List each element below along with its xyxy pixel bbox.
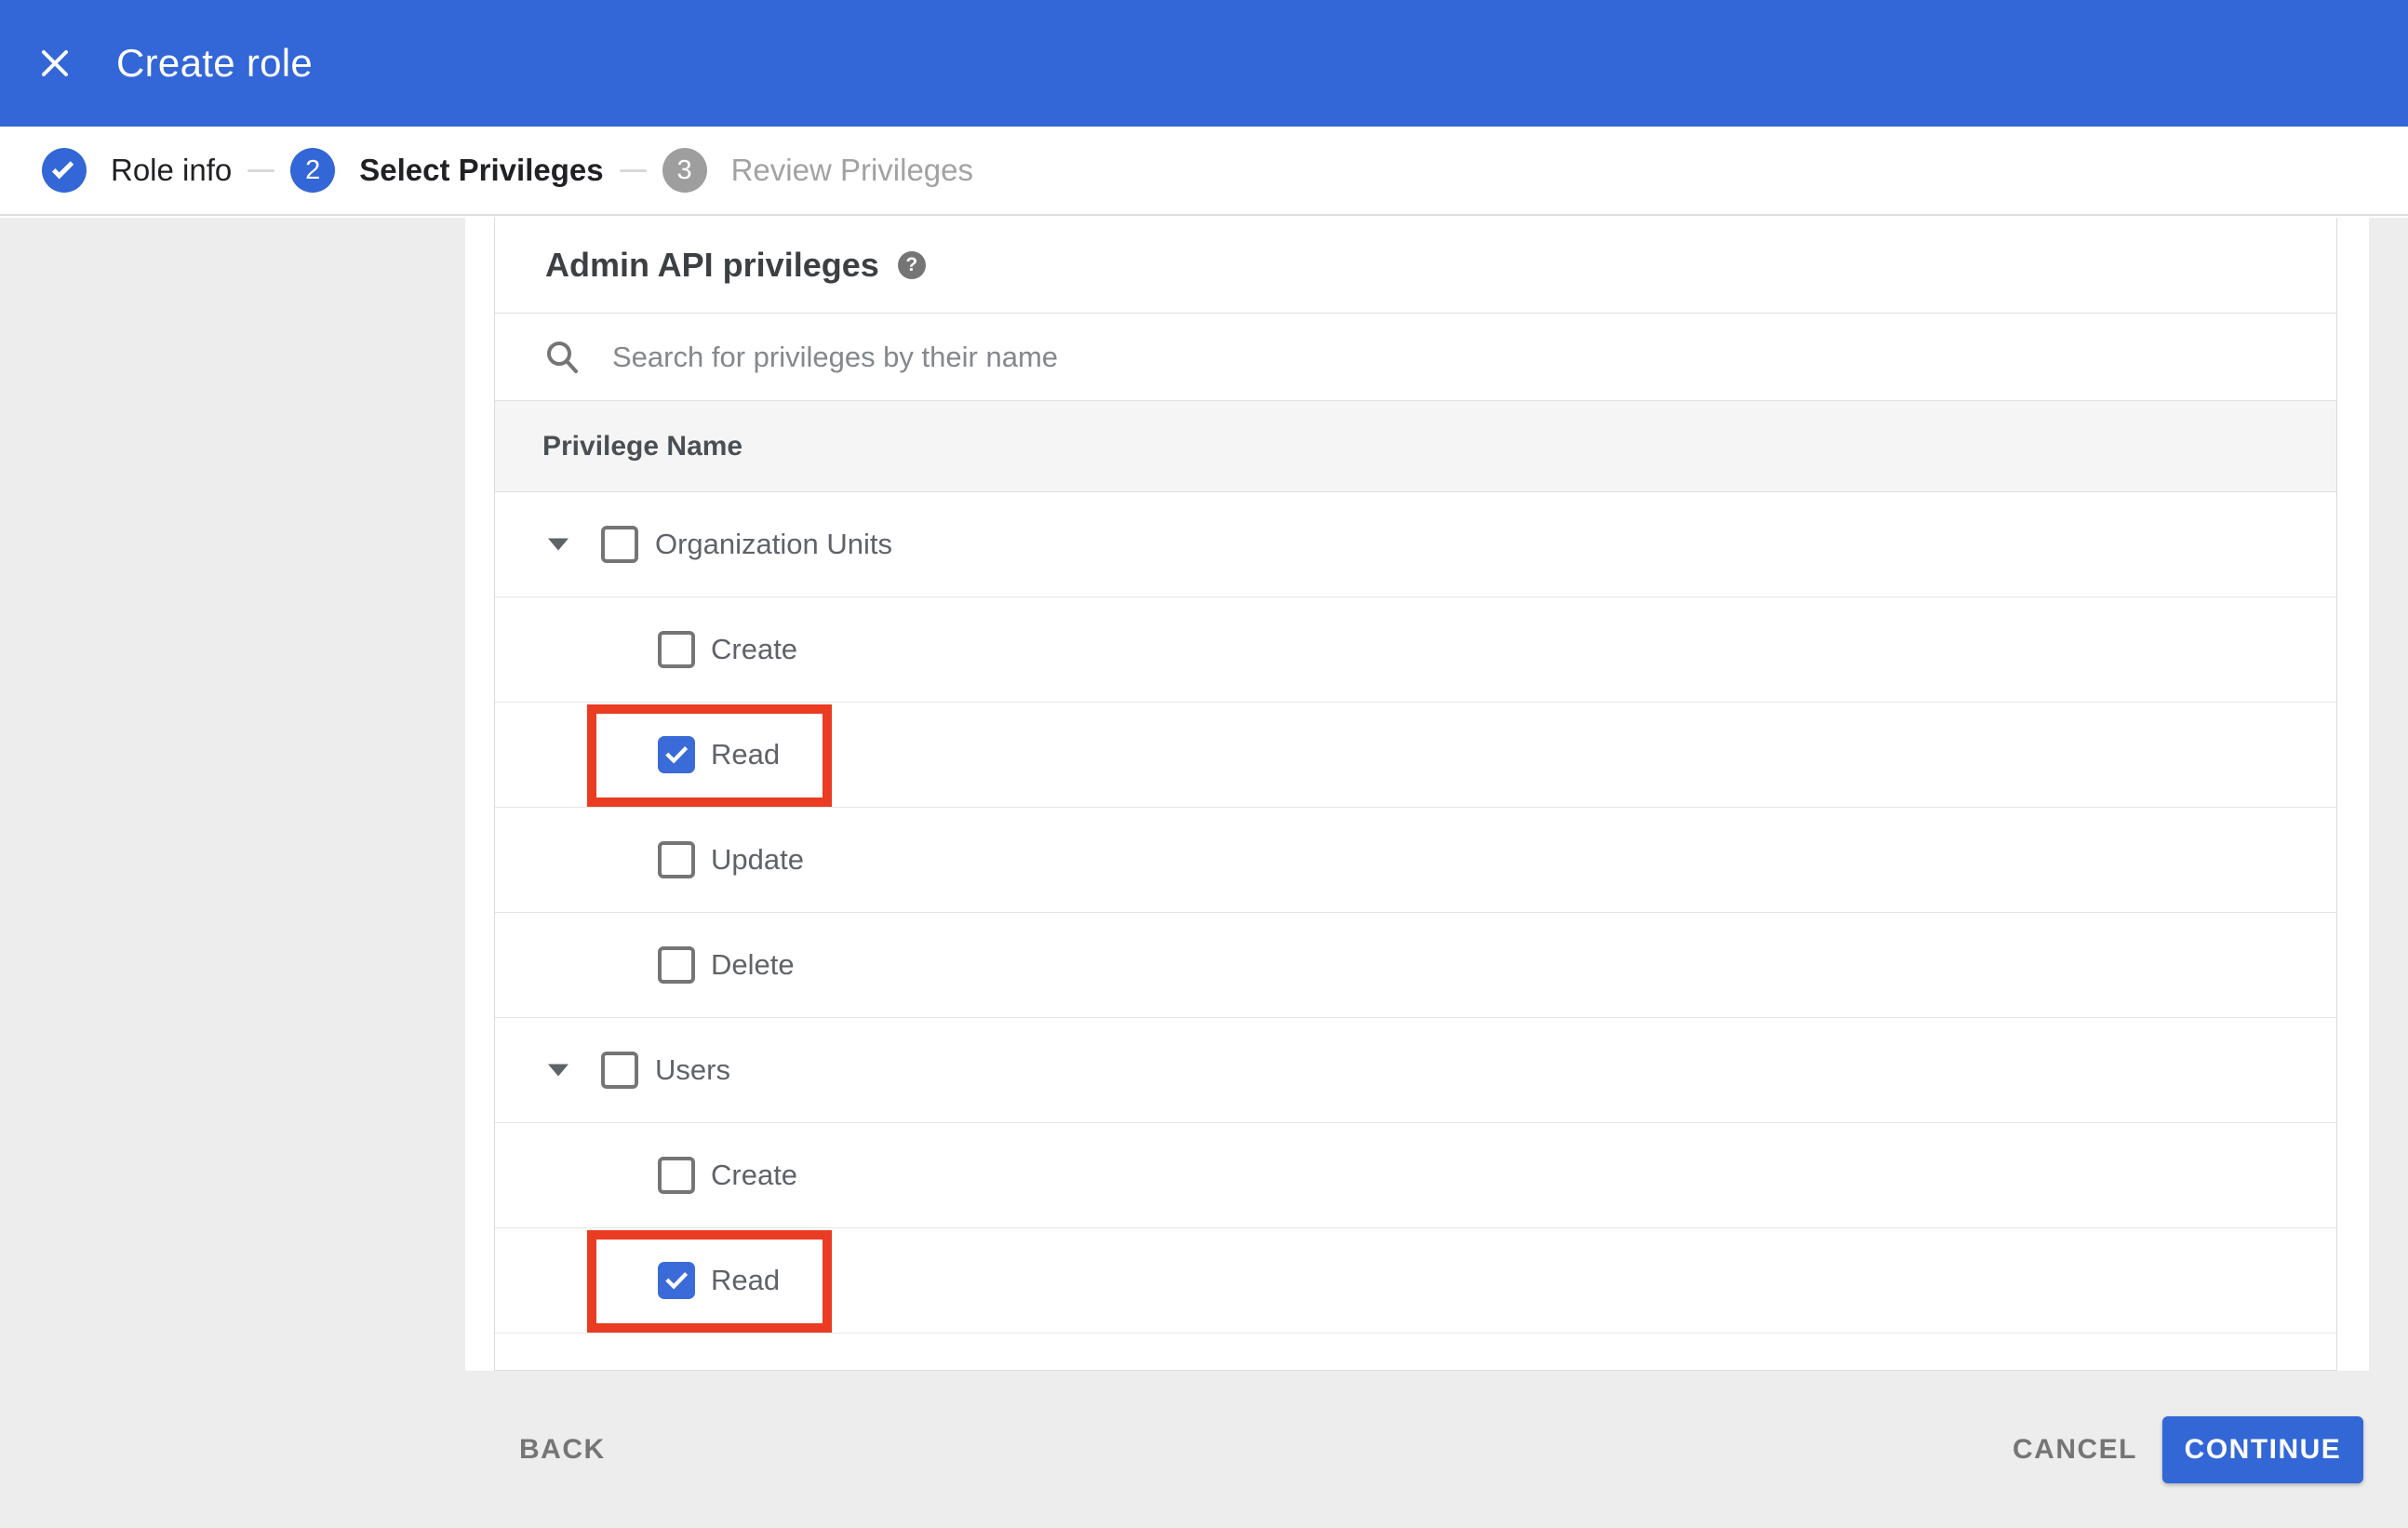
- highlight-box: [587, 704, 832, 807]
- step-done-check-icon: [42, 148, 87, 193]
- table-row-read: Read: [495, 703, 2336, 808]
- privilege-label: Create: [711, 633, 798, 665]
- table-header-label: Privilege Name: [542, 430, 743, 462]
- privilege-label: Read: [711, 738, 781, 771]
- privilege-table: Organization Units Create Read Update De…: [495, 492, 2336, 1334]
- app-bar: Create role: [0, 0, 2408, 127]
- dialog-title: Create role: [116, 41, 314, 85]
- step-connector: [247, 168, 275, 172]
- privilege-label: Users: [655, 1053, 730, 1086]
- delete-checkbox[interactable]: [658, 946, 695, 984]
- table-row-create: Create: [495, 1123, 2336, 1228]
- create-checkbox[interactable]: [658, 1157, 695, 1194]
- privileges-card: Admin API privileges ? Privilege Name Or…: [494, 218, 2337, 1371]
- step-number-badge: 2: [290, 148, 336, 193]
- privilege-label: Delete: [711, 948, 795, 981]
- read-checkbox[interactable]: [658, 736, 695, 773]
- search-icon: [547, 341, 578, 373]
- check-icon: [51, 156, 74, 179]
- step-label: Role info: [111, 153, 233, 187]
- table-row-update: Update: [495, 808, 2336, 913]
- update-checkbox[interactable]: [658, 841, 695, 878]
- organization-units-checkbox[interactable]: [601, 526, 638, 563]
- step-label: Review Privileges: [730, 153, 974, 187]
- continue-button[interactable]: CONTINUE: [2162, 1416, 2363, 1483]
- left-side-panel: [0, 218, 465, 1528]
- privilege-search-row: [495, 313, 2336, 400]
- cancel-button[interactable]: CANCEL: [2013, 1434, 2137, 1466]
- chevron-down-icon[interactable]: [548, 1064, 569, 1077]
- table-row-organization-units: Organization Units: [495, 492, 2336, 597]
- read-checkbox[interactable]: [658, 1262, 695, 1299]
- search-input[interactable]: [612, 340, 2008, 374]
- users-checkbox[interactable]: [601, 1052, 638, 1089]
- create-checkbox[interactable]: [658, 631, 695, 668]
- back-button[interactable]: BACK: [519, 1434, 606, 1466]
- step-number-badge: 3: [662, 148, 707, 193]
- chevron-down-icon[interactable]: [548, 538, 569, 551]
- privilege-label: Organization Units: [655, 528, 893, 560]
- privilege-label: Update: [711, 843, 804, 876]
- table-row-users: Users: [495, 1018, 2336, 1123]
- close-icon[interactable]: [29, 37, 81, 89]
- right-side-panel: [2369, 218, 2408, 1528]
- step-role-info[interactable]: Role info: [42, 148, 232, 193]
- step-connector: [619, 168, 647, 172]
- privilege-label: Create: [711, 1159, 798, 1191]
- table-header-row: Privilege Name: [495, 400, 2336, 492]
- table-row-read: Read: [495, 1228, 2336, 1334]
- help-icon[interactable]: ?: [897, 251, 926, 279]
- highlight-box: [587, 1230, 832, 1333]
- step-review-privileges[interactable]: 3 Review Privileges: [662, 148, 973, 193]
- step-label: Select Privileges: [359, 153, 604, 187]
- stepper: Role info 2 Select Privileges 3 Review P…: [0, 127, 2408, 216]
- section-title: Admin API privileges: [545, 246, 879, 284]
- step-select-privileges[interactable]: 2 Select Privileges: [290, 148, 604, 193]
- section-header: Admin API privileges ?: [495, 218, 2336, 313]
- privilege-label: Read: [711, 1264, 781, 1296]
- table-row-delete: Delete: [495, 913, 2336, 1018]
- table-row-create: Create: [495, 597, 2336, 703]
